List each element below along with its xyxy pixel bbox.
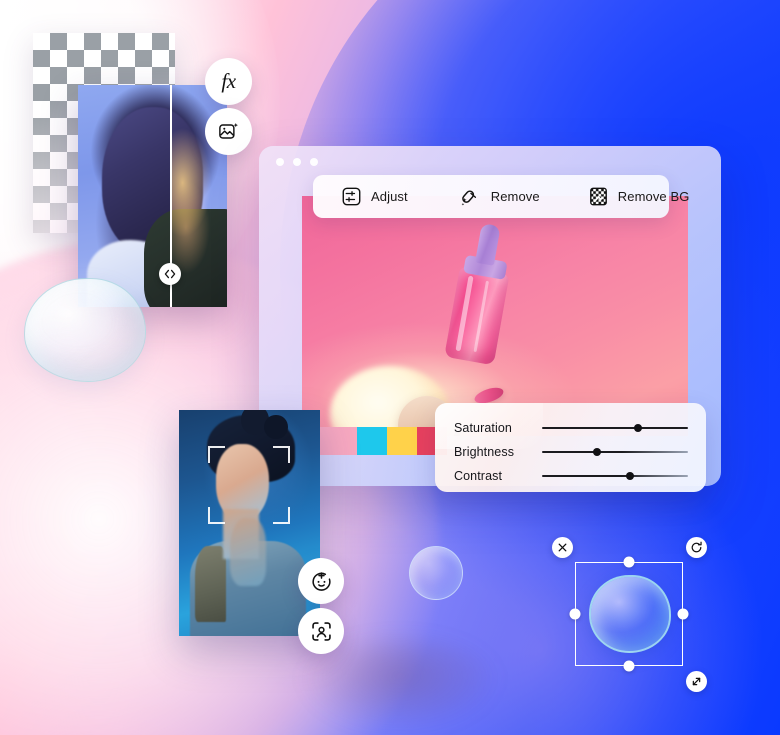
portrait-arm (229, 518, 267, 587)
resize-diagonal-icon[interactable] (686, 671, 707, 692)
face-detect-corner-tl (208, 446, 225, 463)
slider-label-brightness: Brightness (454, 445, 515, 459)
window-traffic-lights[interactable] (276, 158, 318, 166)
toolbar-item-adjust[interactable]: Adjust (333, 186, 416, 207)
slider-track-line-brightness (542, 451, 688, 453)
slider-track-saturation[interactable] (542, 421, 688, 435)
compare-slider-icon[interactable] (159, 262, 182, 285)
toolbar-item-remove[interactable]: Remove (452, 186, 548, 208)
slider-track-line-contrast (542, 475, 688, 477)
portrait-hair-bun-2 (263, 414, 288, 440)
toolbar-item-remove-bg[interactable]: Remove BG (580, 186, 698, 207)
slider-knob-brightness[interactable] (593, 448, 602, 456)
selection-bounding-box[interactable] (569, 556, 689, 672)
slider-knob-contrast[interactable] (625, 472, 634, 480)
color-swatch-cyan[interactable] (357, 427, 387, 455)
selection-handle-bottom[interactable] (623, 660, 635, 672)
face-detect-corner-bl (208, 507, 225, 524)
slider-label-saturation: Saturation (454, 421, 512, 435)
slider-knob-saturation[interactable] (634, 424, 643, 432)
toolbar-label-remove-bg: Remove BG (617, 189, 690, 204)
bottle-body (444, 265, 510, 366)
portrait-scan-icon[interactable] (298, 608, 344, 654)
portrait-top-strap (194, 545, 226, 623)
before-after-photo-man[interactable] (78, 85, 227, 307)
toolbar-label-remove: Remove (490, 189, 540, 204)
rotate-icon[interactable] (686, 537, 707, 558)
fx-button-label: fx (221, 69, 236, 93)
face-detect-corner-br (273, 507, 290, 524)
eraser-sparkle-icon (460, 186, 482, 208)
adjust-sliders-icon (341, 186, 362, 207)
color-swatch-pink[interactable] (319, 427, 357, 455)
portrait-photo-woman[interactable] (179, 410, 320, 636)
editor-toolbar[interactable]: Adjust Remove Remove BG (313, 175, 689, 218)
slider-track-line-saturation (542, 427, 688, 429)
selection-handle-left[interactable] (569, 608, 581, 620)
slider-row-contrast[interactable]: Contrast (454, 467, 688, 485)
close-icon[interactable] (552, 537, 573, 558)
window-dot-1[interactable] (276, 158, 284, 166)
face-detect-frame (208, 446, 290, 524)
toolbar-label-adjust: Adjust (371, 189, 408, 204)
canvas-dropper-bottle (438, 218, 523, 367)
window-dot-2[interactable] (293, 158, 301, 166)
window-dot-3[interactable] (310, 158, 318, 166)
face-retouch-icon[interactable] (298, 558, 344, 604)
promo-collage-stage: fx Adjust Remove Remove BG Saturation Br… (0, 0, 780, 735)
selection-handle-right[interactable] (677, 608, 689, 620)
slider-track-contrast[interactable] (542, 469, 688, 483)
selection-frame (575, 562, 683, 666)
face-detect-corner-tr (273, 446, 290, 463)
color-swatch-yellow[interactable] (387, 427, 417, 455)
slider-label-contrast: Contrast (454, 469, 503, 483)
remove-background-icon (588, 186, 609, 207)
slider-track-brightness[interactable] (542, 445, 688, 459)
adjust-slider-panel[interactable]: Saturation Brightness Contrast (435, 403, 706, 492)
background-smudge (300, 640, 500, 730)
color-swatch-strip[interactable] (319, 427, 447, 455)
decorative-bubble-small (409, 546, 463, 600)
selection-handle-top[interactable] (623, 556, 635, 568)
image-sparkle-icon[interactable] (205, 108, 252, 155)
fx-button[interactable]: fx (205, 58, 252, 105)
decorative-bubble-large (24, 278, 146, 382)
editor-canvas[interactable] (302, 196, 688, 436)
slider-row-saturation[interactable]: Saturation (454, 419, 688, 437)
slider-row-brightness[interactable]: Brightness (454, 443, 688, 461)
